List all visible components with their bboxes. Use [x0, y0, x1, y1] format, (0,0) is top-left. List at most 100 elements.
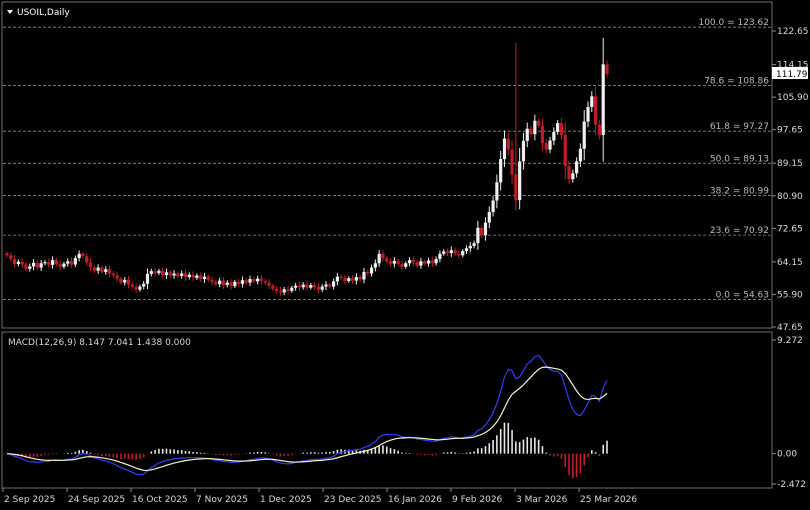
candle-body: [499, 159, 503, 183]
candle-body: [582, 121, 586, 149]
candle-body: [240, 280, 245, 284]
candle-body: [96, 267, 100, 271]
candle-body: [506, 138, 510, 150]
candle-body: [594, 96, 598, 125]
candle-body: [9, 255, 13, 259]
candle-body: [590, 96, 594, 107]
candle-body: [145, 273, 150, 284]
candle-body: [301, 284, 305, 288]
candle-body: [111, 273, 115, 276]
candle-body: [294, 285, 298, 288]
fib-level-label: 38.2 = 80.99: [710, 186, 769, 196]
candle-body: [544, 143, 548, 150]
candle-body: [354, 277, 358, 281]
candle-body: [347, 278, 351, 282]
candle-body: [419, 261, 423, 266]
candle-body: [164, 272, 169, 276]
chart-title: USOIL,Daily: [7, 8, 70, 18]
candle-body: [282, 289, 286, 293]
candle-body: [119, 278, 123, 283]
date-axis: 2 Sep 2025 24 Sep 2025 16 Oct 2025 7 Nov 20…: [2, 488, 637, 505]
macd-signal-line: [6, 366, 608, 472]
candle-body: [81, 253, 85, 257]
candle-body: [206, 276, 210, 280]
candle-body: [77, 253, 81, 259]
candle-body: [571, 173, 575, 180]
macd-label: MACD(12,26,9) 8.147 7.041 1.438 0.000: [8, 338, 191, 348]
candle-body: [16, 261, 20, 265]
usoil-chart: 100.0 = 123.62 78.6 = 108.86 61.8 = 97.27 5…: [1, 1, 809, 505]
dropdown-triangle-icon[interactable]: [7, 10, 13, 14]
candle-body: [411, 260, 415, 263]
candle-body: [172, 273, 176, 276]
price-tick-label: 64.15: [777, 258, 803, 268]
candle-body: [39, 263, 43, 268]
candle-body: [195, 275, 199, 278]
candle-body: [366, 271, 370, 274]
candle-body: [339, 276, 343, 278]
candle-body: [343, 277, 347, 282]
fib-level-label: 78.6 = 108.86: [704, 76, 769, 86]
candle-body: [449, 250, 453, 253]
candle-body: [157, 270, 161, 274]
candle-body: [153, 271, 157, 274]
candle-body: [468, 245, 472, 249]
candle-body: [324, 284, 328, 287]
candle-body: [161, 270, 165, 276]
candle-body: [24, 264, 28, 269]
candle-body: [388, 261, 393, 264]
candle-body: [502, 138, 507, 160]
candle-body: [297, 285, 302, 288]
candle-body: [404, 263, 408, 267]
candle-body: [180, 273, 184, 276]
candle-body: [597, 124, 602, 135]
candle-body: [28, 266, 32, 269]
candle-body: [495, 182, 499, 201]
candle-body: [149, 271, 153, 274]
date-tick-label: 16 Oct 2025: [132, 495, 188, 505]
candle-body: [540, 125, 545, 144]
candle-body: [69, 261, 74, 265]
candle-body: [20, 261, 24, 265]
candle-body: [259, 278, 264, 282]
date-tick-label: 9 Feb 2026: [452, 495, 503, 505]
candle-body: [529, 128, 533, 135]
date-tick-label: 24 Sep 2025: [68, 495, 125, 505]
current-price-marker: 111.79: [772, 67, 808, 80]
candle-body: [575, 161, 579, 174]
candle-body: [256, 278, 260, 282]
candle-body: [434, 258, 438, 264]
candle-body: [350, 278, 355, 281]
candle-body: [225, 282, 229, 285]
candle-body: [199, 275, 203, 280]
candle-body: [290, 287, 294, 291]
fib-level-label: 61.8 = 97.27: [710, 122, 769, 132]
candle-body: [548, 140, 552, 150]
candle-body: [115, 275, 119, 279]
date-tick-label: 23 Dec 2025: [324, 495, 382, 505]
candle-body: [385, 258, 389, 262]
candle-body: [221, 280, 226, 285]
candle-body: [100, 267, 104, 272]
candle-body: [229, 282, 233, 287]
candle-body: [43, 262, 47, 264]
price-tick-label: 80.90: [777, 192, 803, 202]
candle-body: [187, 274, 191, 278]
candle-body: [453, 250, 457, 254]
candle-body: [335, 276, 339, 282]
candle-body: [521, 140, 526, 162]
candle-body: [537, 120, 541, 126]
candle-body: [305, 284, 309, 288]
candle-body: [445, 251, 450, 253]
price-tick-label: 72.65: [777, 224, 803, 234]
candle-body: [328, 284, 332, 287]
candle-body: [312, 284, 317, 287]
candle-body: [88, 262, 93, 268]
candle-body: [66, 261, 70, 264]
candle-body: [487, 211, 491, 223]
candle-body: [601, 64, 605, 135]
price-panel: 100.0 = 123.62 78.6 = 108.86 61.8 = 97.27 5…: [1, 1, 809, 333]
candle-body: [123, 279, 127, 283]
candle-body: [373, 263, 377, 268]
macd-indicator: [6, 354, 608, 479]
